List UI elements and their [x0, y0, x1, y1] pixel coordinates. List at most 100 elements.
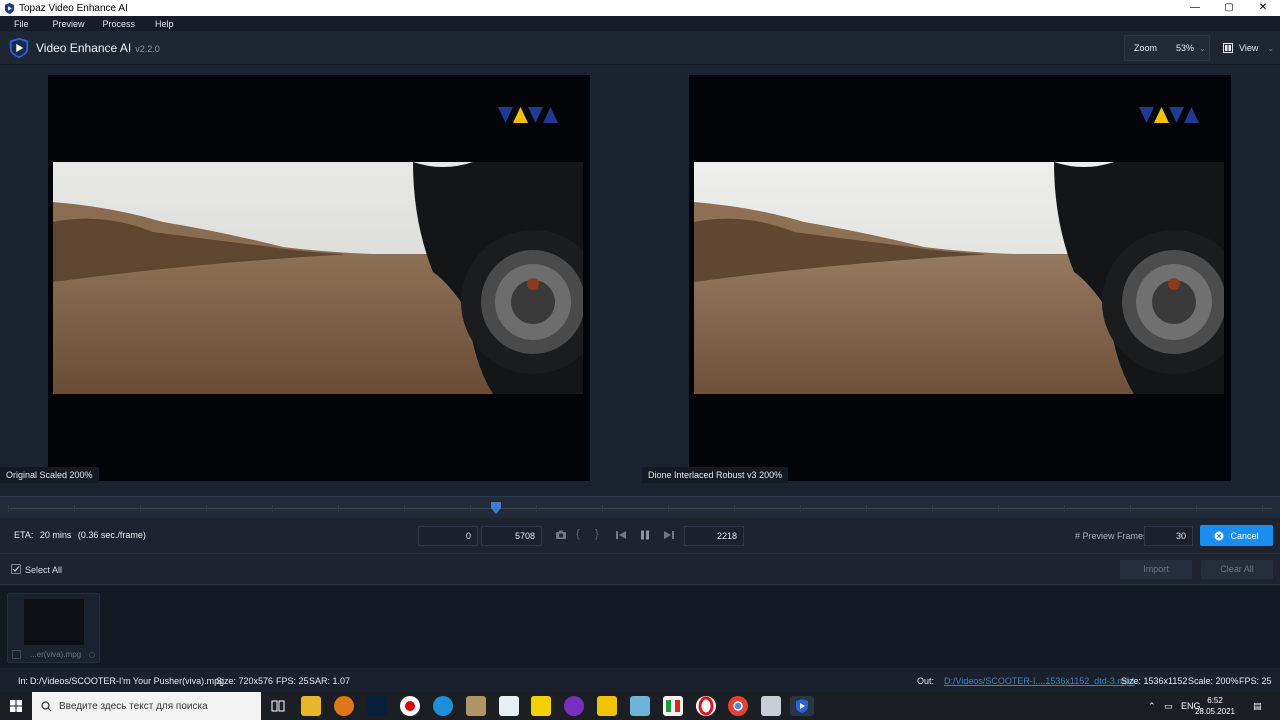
dxo-icon[interactable]: [597, 696, 617, 716]
output-label: Out:: [917, 676, 935, 686]
timeline-tick: [1130, 505, 1131, 512]
window-titlebar: Topaz Video Enhance AI — ▢ ✕: [0, 0, 1280, 16]
clear-all-button[interactable]: Clear All: [1201, 560, 1273, 579]
file-explorer-icon[interactable]: [301, 696, 321, 716]
pause-icon[interactable]: [639, 529, 651, 541]
sticky-notes-icon[interactable]: [531, 696, 551, 716]
viva-logo: [1139, 107, 1199, 123]
original-preview-pane[interactable]: [48, 75, 590, 481]
start-button[interactable]: [0, 692, 32, 720]
timeline-tick: [140, 505, 141, 512]
mark-in-icon[interactable]: {: [576, 528, 580, 540]
timeline-tick: [998, 505, 999, 512]
current-frame-field[interactable]: 2218: [684, 526, 744, 546]
step-forward-icon[interactable]: [663, 529, 675, 541]
view-menu-button[interactable]: View ⌄: [1214, 35, 1276, 61]
import-button[interactable]: Import: [1120, 560, 1192, 579]
timeline-tick: [1262, 505, 1263, 512]
italy-flag-app-icon[interactable]: [663, 696, 683, 716]
notepad-icon[interactable]: [630, 696, 650, 716]
file-list: ...er(viva).mpg: [0, 586, 1280, 668]
faststone-icon[interactable]: [334, 696, 354, 716]
file-checkbox[interactable]: [12, 650, 21, 659]
search-icon: [41, 700, 52, 711]
timeline-tick: [866, 505, 867, 512]
photoshop-icon[interactable]: [367, 696, 387, 716]
original-preview-label: Original Scaled 200%: [0, 467, 99, 483]
recorder-icon[interactable]: [400, 696, 420, 716]
step-back-icon[interactable]: [615, 529, 627, 541]
timeline-track[interactable]: [8, 508, 1272, 509]
tray-clock[interactable]: 6:52 28.05.2021: [1192, 695, 1238, 717]
timeline-tick: [404, 505, 405, 512]
archive-icon[interactable]: [466, 696, 486, 716]
preview-frames-label: # Preview Frames: [1075, 531, 1148, 541]
input-path: D:/Videos/SCOOTER-I'm Your Pusher(viva).…: [30, 676, 225, 686]
timeline-tick: [602, 505, 603, 512]
menu-preview[interactable]: Preview: [53, 19, 91, 29]
tray-chevron-icon[interactable]: ⌃: [1148, 692, 1156, 720]
camera-icon[interactable]: [555, 529, 567, 541]
cancel-icon: [1214, 531, 1224, 540]
eta-rate: (0.36 sec./frame): [77, 530, 146, 540]
preview-area: Original Scaled 200% Dione Interlaced Ro…: [0, 66, 1280, 496]
checkmark-icon: [12, 566, 20, 572]
taskbar-search[interactable]: Введите здесь текст для поиска: [32, 692, 261, 720]
select-all-checkbox[interactable]: [11, 564, 21, 574]
preview-frames-field[interactable]: 30: [1144, 526, 1193, 546]
file-name: ...er(viva).mpg: [30, 650, 82, 659]
minimize-button[interactable]: —: [1178, 0, 1212, 16]
viva-logo: [498, 107, 558, 123]
output-path-link[interactable]: D:/Videos/SCOOTER-I....1536x1152_dtd-3.m…: [944, 676, 1135, 686]
app-header: Video Enhance AI v2.2.0 Zoom 53% ⌄ View …: [0, 31, 1280, 65]
menu-bar: File Preview Process Help: [0, 16, 1280, 31]
input-label: In:: [18, 676, 29, 686]
scanner-icon[interactable]: [761, 696, 781, 716]
timeline-playhead[interactable]: [490, 502, 501, 514]
timeline-tick: [800, 505, 801, 512]
start-frame-field[interactable]: 0: [418, 526, 478, 546]
windows-taskbar: Введите здесь текст для поиска ⌃ ▭ ENG 6…: [0, 692, 1280, 720]
mark-out-icon[interactable]: }: [595, 528, 599, 540]
network-icon[interactable]: ▭: [1164, 692, 1173, 720]
notifications-icon[interactable]: ▤: [1253, 692, 1262, 720]
file-card[interactable]: ...er(viva).mpg: [7, 593, 100, 663]
eta-display: ETA: 20 mins (0.36 sec./frame): [14, 530, 146, 540]
timeline-tick: [74, 505, 75, 512]
output-scale: Scale: 200%: [1188, 676, 1239, 686]
timeline[interactable]: [0, 496, 1280, 518]
opera-icon[interactable]: [696, 696, 716, 716]
enhanced-preview-pane[interactable]: [689, 75, 1231, 481]
task-view-icon[interactable]: [268, 696, 288, 716]
menu-process[interactable]: Process: [103, 19, 142, 29]
output-size: Size: 1536x1152: [1121, 676, 1188, 686]
select-all-label[interactable]: Select All: [25, 565, 62, 575]
zoom-label: Zoom: [1134, 43, 1158, 53]
close-button[interactable]: ✕: [1246, 0, 1280, 16]
timeline-tick: [1196, 505, 1197, 512]
menu-file[interactable]: File: [14, 19, 35, 29]
window-title: Topaz Video Enhance AI: [19, 2, 128, 14]
zoom-select[interactable]: Zoom 53% ⌄: [1124, 35, 1210, 61]
maximize-button[interactable]: ▢: [1212, 0, 1246, 16]
selection-bar: Select All Import Clear All: [0, 555, 1280, 585]
cancel-label: Cancel: [1230, 530, 1259, 541]
timeline-tick: [1064, 505, 1065, 512]
input-size: Size: 720x576: [216, 676, 274, 686]
file-thumbnail: [24, 599, 84, 645]
edge-icon[interactable]: [433, 696, 453, 716]
file-status-icon: [89, 652, 95, 658]
input-sar: SAR: 1.07: [309, 676, 351, 686]
eta-label: ETA:: [14, 530, 34, 540]
end-frame-field[interactable]: 5708: [481, 526, 542, 546]
cancel-button[interactable]: Cancel: [1200, 525, 1273, 546]
windows-logo-icon: [10, 700, 22, 712]
media-player-icon[interactable]: [564, 696, 584, 716]
menu-help[interactable]: Help: [155, 19, 180, 29]
timeline-tick: [470, 505, 471, 512]
timeline-tick: [8, 505, 9, 512]
topaz-taskbar-icon[interactable]: [790, 696, 814, 716]
chrome-icon[interactable]: [728, 696, 748, 716]
timeline-tick: [338, 505, 339, 512]
calculator-icon[interactable]: [499, 696, 519, 716]
